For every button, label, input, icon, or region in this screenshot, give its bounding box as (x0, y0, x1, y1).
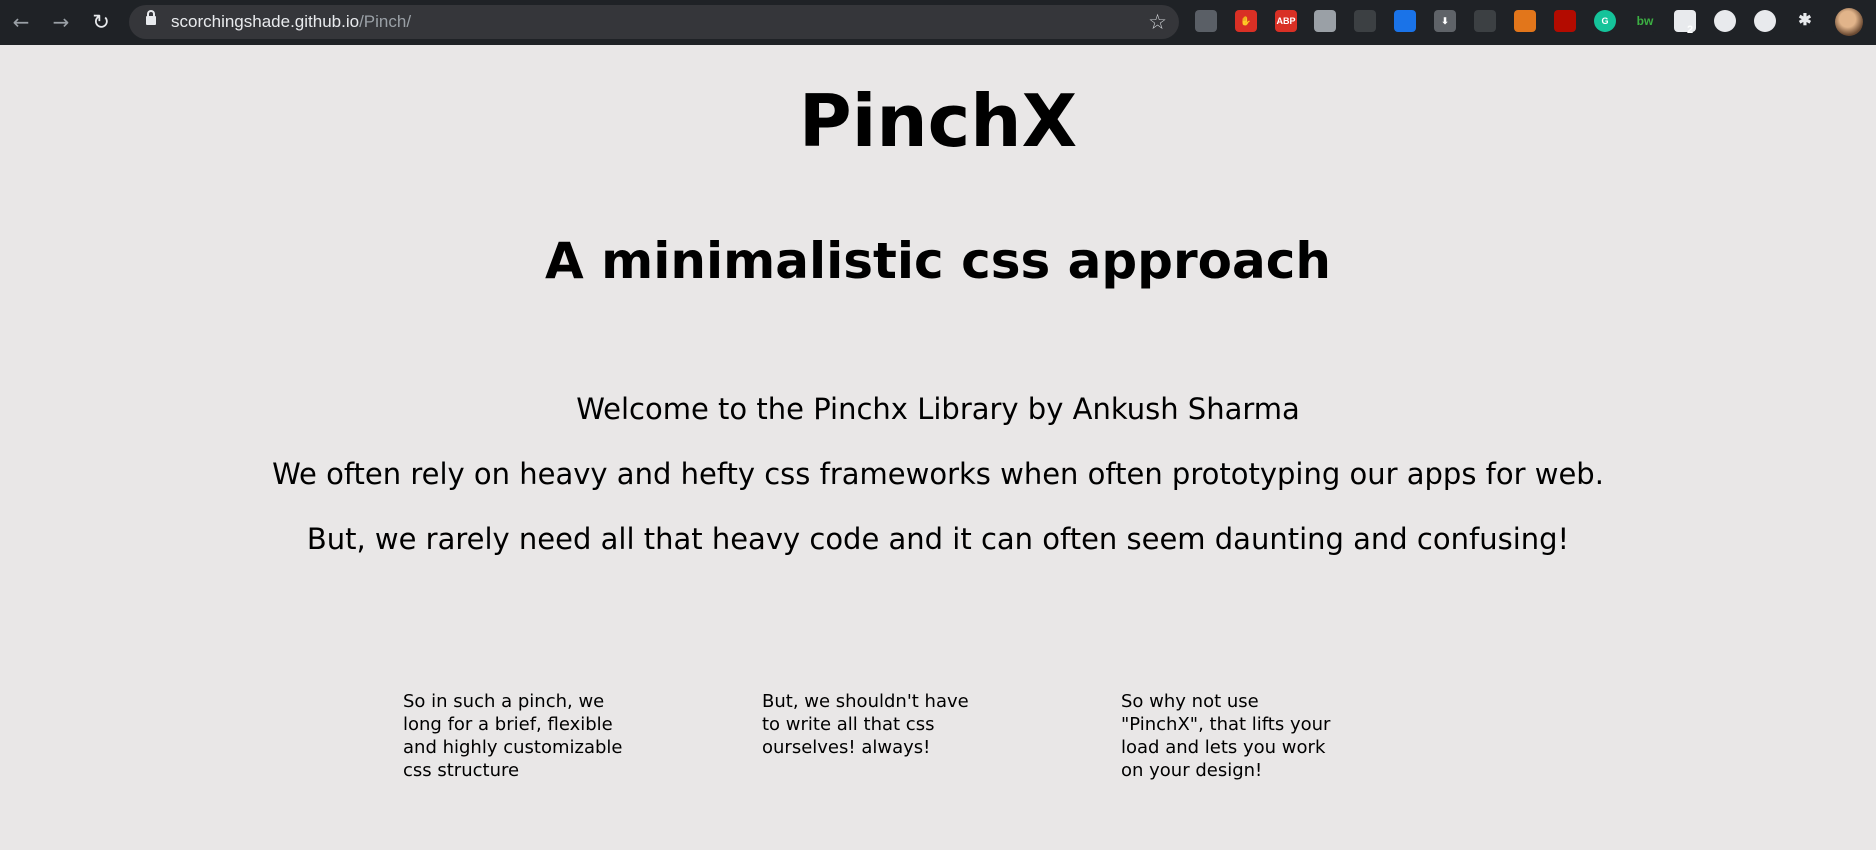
feature-card-text: So in such a pinch, we long for a brief,… (403, 691, 623, 781)
adblock-plus-extension-icon[interactable]: ABP (1275, 10, 1297, 32)
feature-card-text: But, we shouldn't have to write all that… (762, 691, 969, 758)
bw-extension-icon[interactable]: bw (1634, 10, 1656, 32)
spiral-extension-icon[interactable] (1354, 10, 1376, 32)
reload-icon[interactable]: ↻ (86, 8, 116, 36)
puzzle-extensions-icon[interactable]: ✱ (1794, 10, 1816, 32)
pocket-extension-icon[interactable] (1394, 10, 1416, 32)
intro-paragraph: We often rely on heavy and hefty css fra… (272, 457, 1604, 491)
check-extension-icon[interactable] (1714, 10, 1736, 32)
feature-card-text: So why not use "PinchX", that lifts your… (1121, 691, 1331, 781)
page-title: PinchX (798, 79, 1078, 163)
bookmark-star-icon[interactable]: ☆ (1148, 8, 1167, 36)
metamask-extension-icon[interactable] (1514, 10, 1536, 32)
back-icon[interactable]: ← (6, 8, 36, 36)
c-extension-icon[interactable] (1754, 10, 1776, 32)
forward-icon[interactable]: → (46, 8, 76, 36)
lock-icon[interactable] (146, 10, 156, 25)
page-subtitle: A minimalistic css approach (545, 232, 1331, 290)
extension-badge: 2 (1687, 24, 1694, 36)
browser-toolbar: ← → ↻ scorchingshade.github.io/Pinch/ ☆ … (0, 0, 1876, 45)
film-extension-icon[interactable] (1314, 10, 1336, 32)
pdf-extension-icon[interactable] (1554, 10, 1576, 32)
grammarly-extension-icon[interactable]: G (1594, 10, 1616, 32)
download-extension-icon[interactable]: ⬇ (1434, 10, 1456, 32)
address-bar[interactable]: scorchingshade.github.io/Pinch/ ☆ (129, 5, 1179, 39)
office-extension-icon[interactable] (1195, 10, 1217, 32)
hand-stop-extension-icon[interactable]: ✋ (1235, 10, 1257, 32)
url-text[interactable]: scorchingshade.github.io/Pinch/ (171, 11, 411, 33)
avatar[interactable] (1835, 8, 1863, 36)
intro-paragraph: But, we rarely need all that heavy code … (306, 522, 1570, 556)
intro-paragraph: Welcome to the Pinchx Library by Ankush … (576, 392, 1300, 426)
pen-extension-icon[interactable] (1474, 10, 1496, 32)
